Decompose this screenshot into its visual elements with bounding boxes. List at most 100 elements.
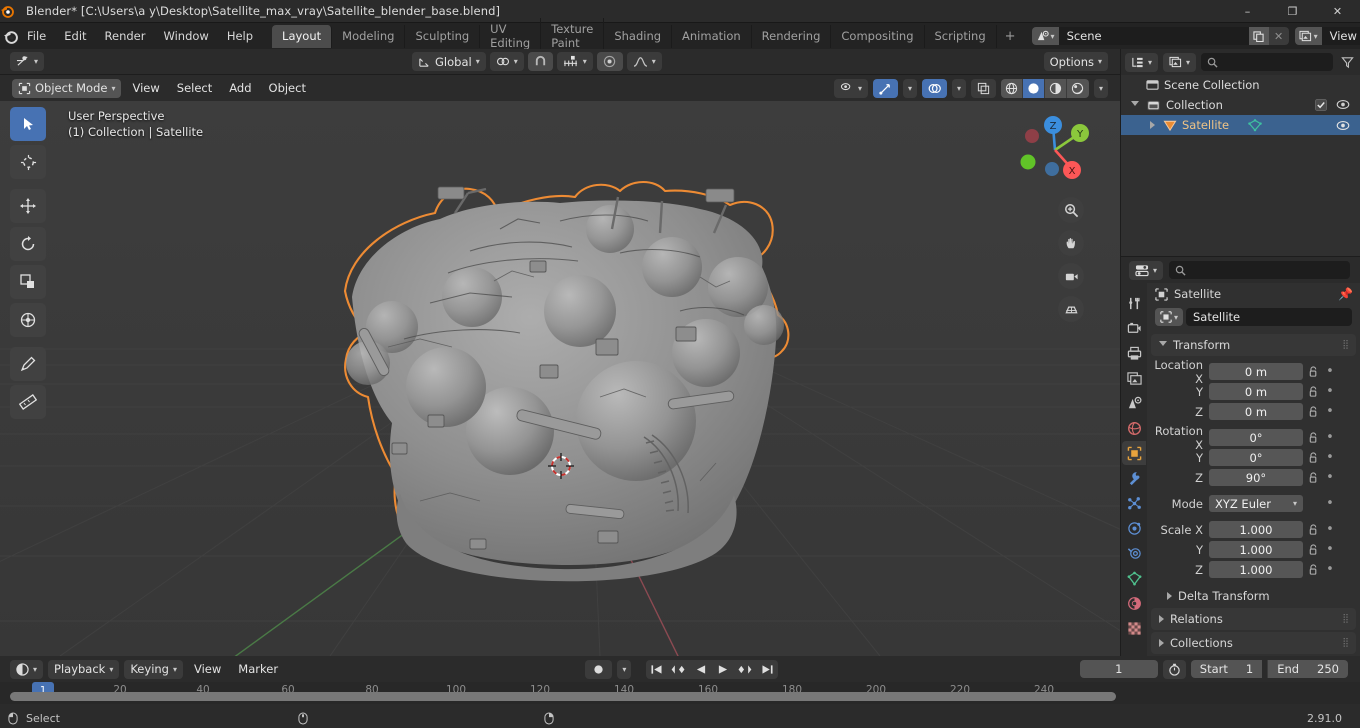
shading-dropdown[interactable]: ▾: [1093, 78, 1108, 98]
scale-z-input[interactable]: 1.000: [1209, 561, 1303, 578]
tool-annotate[interactable]: [10, 347, 46, 381]
scale-z-lock-icon[interactable]: [1303, 563, 1323, 576]
new-scene-button[interactable]: [1248, 27, 1269, 45]
rotation-y-animate-dot[interactable]: •: [1323, 450, 1337, 465]
rotation-mode-dropdown[interactable]: XYZ Euler ▾: [1209, 495, 1303, 512]
gizmo-dropdown[interactable]: ▾: [902, 78, 917, 98]
tool-scale[interactable]: [10, 265, 46, 299]
panel-transform-header[interactable]: Transform ⣿: [1151, 334, 1356, 356]
location-z-input[interactable]: 0 m: [1209, 403, 1303, 420]
location-z-animate-dot[interactable]: •: [1323, 404, 1337, 419]
snap-to-dropdown[interactable]: ▾: [556, 52, 593, 71]
blender-menu-logo-icon[interactable]: [3, 29, 18, 44]
properties-tab-object[interactable]: [1122, 441, 1146, 465]
rotation-mode-animate-dot[interactable]: •: [1323, 496, 1337, 511]
menu-help[interactable]: Help: [218, 26, 262, 46]
3d-viewport[interactable]: ▾ Global ▾ ▾ ▾ ▾ Options ▾ Object Mode ▾…: [0, 49, 1120, 656]
menu-add[interactable]: Add: [223, 79, 257, 98]
outliner-editor-type-button[interactable]: ▾: [1125, 52, 1159, 72]
timeline-menu-playback[interactable]: Playback ▾: [48, 659, 120, 679]
view-layer-name-field[interactable]: View Layer: [1321, 27, 1360, 45]
shading-rendered-button[interactable]: [1066, 78, 1089, 98]
jump-start-icon[interactable]: [646, 659, 669, 679]
transform-orientation-dropdown[interactable]: Global ▾: [412, 52, 486, 71]
current-frame-input[interactable]: 1: [1079, 660, 1158, 678]
properties-tab-material[interactable]: [1122, 591, 1146, 615]
properties-tab-modifiers[interactable]: [1122, 466, 1146, 490]
object-name-input[interactable]: Satellite: [1186, 308, 1352, 326]
properties-tab-view-layer[interactable]: [1122, 366, 1146, 390]
use-preview-range-button[interactable]: [1162, 659, 1186, 679]
shading-solid-button[interactable]: [1022, 78, 1045, 98]
tab-shading[interactable]: Shading: [604, 24, 673, 48]
ortho-persp-icon[interactable]: [1058, 296, 1084, 322]
timeline-menu-keying[interactable]: Keying ▾: [124, 659, 183, 679]
rotation-x-lock-icon[interactable]: [1303, 431, 1323, 444]
close-button[interactable]: ✕: [1315, 0, 1360, 23]
minimize-button[interactable]: –: [1225, 0, 1270, 23]
shading-material-preview-button[interactable]: [1044, 78, 1067, 98]
jump-end-icon[interactable]: [756, 659, 779, 679]
rotation-y-lock-icon[interactable]: [1303, 451, 1323, 464]
prev-keyframe-icon[interactable]: [668, 659, 691, 679]
expander-right-icon[interactable]: [1146, 121, 1158, 129]
panel-collections-header[interactable]: Collections ⣿: [1151, 632, 1356, 654]
tab-modeling[interactable]: Modeling: [332, 24, 406, 48]
tool-cursor[interactable]: [10, 145, 46, 179]
menu-window[interactable]: Window: [154, 26, 217, 46]
expander-down-icon[interactable]: [1129, 100, 1141, 110]
xray-toggle[interactable]: [970, 78, 996, 98]
menu-file[interactable]: File: [18, 26, 55, 46]
scale-x-input[interactable]: 1.000: [1209, 521, 1303, 538]
outliner-row-scene-collection[interactable]: Scene Collection: [1121, 75, 1360, 95]
tool-transform[interactable]: [10, 303, 46, 337]
scale-y-lock-icon[interactable]: [1303, 543, 1323, 556]
auto-keyframe-button[interactable]: [585, 659, 613, 679]
properties-tab-particles[interactable]: [1122, 491, 1146, 515]
view-layer-icon[interactable]: ▾: [1294, 27, 1322, 45]
menu-render[interactable]: Render: [96, 26, 155, 46]
timeline-horizontal-scrollbar[interactable]: [10, 692, 1116, 701]
proportional-falloff-dropdown[interactable]: ▾: [626, 52, 662, 71]
scale-z-animate-dot[interactable]: •: [1323, 562, 1337, 577]
frame-end-field[interactable]: End 250: [1267, 660, 1348, 678]
properties-tab-scene[interactable]: [1122, 391, 1146, 415]
outliner-row-satellite[interactable]: Satellite: [1121, 115, 1360, 135]
scale-x-lock-icon[interactable]: [1303, 523, 1323, 536]
camera-icon[interactable]: [1058, 263, 1084, 289]
pin-icon[interactable]: 📌: [1338, 287, 1353, 301]
collection-checkbox[interactable]: [1315, 99, 1327, 111]
properties-tab-constraints[interactable]: [1122, 541, 1146, 565]
auto-keyframe-dropdown[interactable]: ▾: [617, 659, 632, 679]
properties-tab-object-data[interactable]: [1122, 566, 1146, 590]
scale-y-input[interactable]: 1.000: [1209, 541, 1303, 558]
menu-object[interactable]: Object: [263, 79, 312, 98]
tool-measure[interactable]: [10, 385, 46, 419]
gizmo-toggle[interactable]: [872, 78, 898, 98]
tool-move[interactable]: [10, 189, 46, 223]
proportional-editing-toggle[interactable]: [596, 52, 623, 71]
timeline-editor-type-button[interactable]: ▾: [10, 659, 44, 679]
rotation-y-input[interactable]: 0°: [1209, 449, 1303, 466]
scale-y-animate-dot[interactable]: •: [1323, 542, 1337, 557]
viewport-options-dropdown[interactable]: Options ▾: [1043, 52, 1108, 71]
rotation-z-input[interactable]: 90°: [1209, 469, 1303, 486]
properties-editor-type-button[interactable]: ▾: [1129, 260, 1164, 280]
properties-tab-physics[interactable]: [1122, 516, 1146, 540]
rotation-z-animate-dot[interactable]: •: [1323, 470, 1337, 485]
mesh-data-icon[interactable]: [1248, 118, 1262, 132]
scale-x-animate-dot[interactable]: •: [1323, 522, 1337, 537]
properties-tab-world[interactable]: [1122, 416, 1146, 440]
outliner-row-collection[interactable]: Collection: [1121, 95, 1360, 115]
add-workspace-button[interactable]: +: [997, 27, 1024, 46]
timeline-ruler[interactable]: 20 40 60 80 100 120 140 160 180 200 220 …: [0, 682, 1360, 704]
timeline-menu-marker[interactable]: Marker: [232, 660, 284, 679]
tool-settings-icon[interactable]: ▾: [10, 52, 45, 71]
location-x-input[interactable]: 0 m: [1209, 363, 1303, 380]
interaction-mode-dropdown[interactable]: Object Mode ▾: [12, 78, 122, 98]
scene-name-field[interactable]: Scene: [1058, 27, 1249, 45]
panel-delta-transform-header[interactable]: Delta Transform: [1147, 586, 1360, 606]
frame-start-field[interactable]: Start 1: [1190, 660, 1263, 678]
collection-visibility-eye-icon[interactable]: [1336, 99, 1350, 111]
pivot-point-dropdown[interactable]: ▾: [489, 52, 524, 71]
